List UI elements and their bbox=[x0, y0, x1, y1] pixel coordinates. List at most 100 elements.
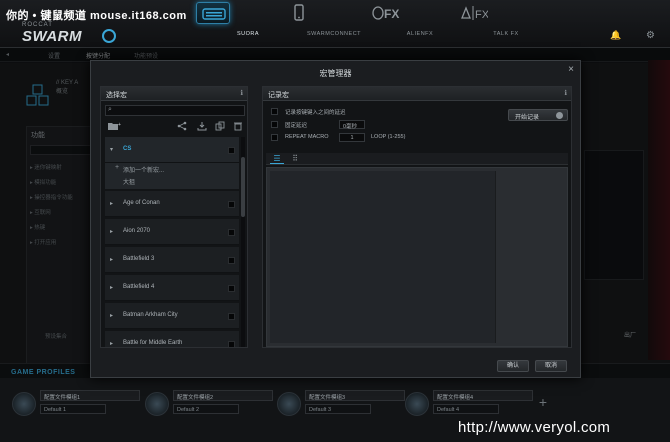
search-icon: ⌕ bbox=[108, 106, 112, 113]
macro-group[interactable]: ▸ Aion 2070 bbox=[105, 219, 239, 245]
macro-group-label: Batman Arkham City bbox=[123, 312, 178, 318]
chevron-right-icon: ▸ bbox=[110, 201, 114, 207]
macro-group-checkbox[interactable] bbox=[228, 229, 235, 236]
repeat-macro-checkbox[interactable] bbox=[271, 134, 278, 141]
start-record-label: 开始记录 bbox=[515, 115, 540, 121]
watermark-top: 你的 • 键鼠频道 mouse.it168.com bbox=[6, 10, 187, 22]
select-macro-panel: 选择宏 ℹ ⌕ + ▾ CS + 添加一个新宏... 大狙 ▸ Age of C… bbox=[100, 86, 248, 348]
cancel-button[interactable]: 取消 bbox=[535, 360, 567, 372]
add-new-macro-label: 添加一个新宏... bbox=[123, 168, 165, 174]
import-icon[interactable] bbox=[197, 121, 207, 133]
profile-name[interactable]: 配置文件模组1 bbox=[40, 390, 140, 401]
macro-group-checkbox[interactable] bbox=[228, 201, 235, 208]
fixed-delay-option[interactable]: 固定延迟 0毫秒 bbox=[271, 120, 471, 130]
profile-name[interactable]: 配置文件模组4 bbox=[433, 390, 533, 401]
ok-button[interactable]: 确认 bbox=[497, 360, 529, 372]
macro-group-label: Battlefield 4 bbox=[123, 284, 155, 290]
start-record-button[interactable]: 开始记录 bbox=[508, 109, 568, 121]
nav-talkfx-label: TALK FX bbox=[493, 31, 519, 37]
macro-group-checkbox[interactable] bbox=[228, 341, 235, 347]
nav-suora[interactable]: SUORA bbox=[178, 0, 259, 40]
macro-group-cs[interactable]: ▾ CS bbox=[105, 137, 239, 163]
macro-search-input[interactable]: ⌕ bbox=[105, 105, 245, 116]
chevron-right-icon: ▸ bbox=[110, 313, 114, 319]
profile-icon bbox=[405, 392, 429, 416]
record-macro-title: 记录宏 bbox=[268, 92, 289, 99]
fixed-delay-checkbox[interactable] bbox=[271, 121, 278, 128]
macro-item[interactable]: 大狙 bbox=[105, 175, 239, 189]
nav-talkfx[interactable]: FX TALK FX bbox=[436, 0, 518, 40]
copy-icon[interactable] bbox=[215, 121, 225, 133]
macro-group-label: Battle for Middle Earth bbox=[123, 340, 183, 346]
brand-logo: ROCCAT SWARM bbox=[22, 22, 122, 45]
record-dot-icon bbox=[556, 112, 563, 119]
record-delay-checkbox[interactable] bbox=[271, 108, 278, 115]
profile-icon bbox=[277, 392, 301, 416]
profile-default: Default 2 bbox=[173, 404, 239, 414]
phone-icon bbox=[282, 2, 316, 24]
grid-view-icon[interactable]: ⠿ bbox=[288, 154, 302, 164]
macro-list-scrollbar[interactable] bbox=[241, 137, 245, 347]
macro-item-label: 大狙 bbox=[123, 180, 136, 186]
notification-bell-icon[interactable]: 🔔 bbox=[610, 30, 621, 40]
trash-icon[interactable] bbox=[233, 121, 243, 133]
share-icon[interactable] bbox=[177, 121, 187, 133]
fixed-delay-input[interactable]: 0毫秒 bbox=[339, 120, 365, 130]
macro-group-checkbox[interactable] bbox=[228, 257, 235, 264]
macro-group[interactable]: ▸ Battlefield 3 bbox=[105, 247, 239, 273]
profile-slot-1[interactable]: 配置文件模组1 Default 1 bbox=[12, 390, 140, 420]
svg-text:FX: FX bbox=[475, 9, 488, 21]
add-profile-button[interactable]: + bbox=[536, 395, 550, 409]
macro-group-label: Battlefield 3 bbox=[123, 256, 155, 262]
macro-group[interactable]: ▸ Batman Arkham City bbox=[105, 303, 239, 329]
scrollbar-thumb[interactable] bbox=[241, 157, 245, 217]
view-tabs: ☰ ⠿ bbox=[266, 153, 568, 165]
profile-icon bbox=[12, 392, 36, 416]
info-icon[interactable]: ℹ bbox=[564, 89, 567, 97]
add-new-macro-item[interactable]: + 添加一个新宏... bbox=[105, 163, 239, 175]
chevron-down-icon: ▾ bbox=[110, 147, 114, 153]
macro-group-checkbox[interactable] bbox=[228, 147, 235, 154]
select-macro-header: 选择宏 ℹ bbox=[101, 87, 247, 101]
chevron-right-icon: ▸ bbox=[110, 229, 114, 235]
macro-group-label: Aion 2070 bbox=[123, 228, 151, 234]
nav-swarmconnect[interactable]: SWARMCONNECT bbox=[264, 0, 361, 40]
select-macro-title: 选择宏 bbox=[106, 92, 127, 99]
profile-slot-2[interactable]: 配置文件模组2 Default 2 bbox=[145, 390, 273, 420]
macro-toolbar: + bbox=[105, 121, 245, 133]
folder-add-icon[interactable]: + bbox=[107, 121, 121, 133]
macro-group-checkbox[interactable] bbox=[228, 285, 235, 292]
recorded-events-area[interactable] bbox=[266, 167, 568, 347]
macro-group[interactable]: ▸ Battlefield 4 bbox=[105, 275, 239, 301]
profile-slot-4[interactable]: 配置文件模组4 Default 4 bbox=[405, 390, 533, 420]
fixed-delay-label: 固定延迟 bbox=[285, 123, 308, 129]
profile-slot-3[interactable]: 配置文件模组3 Default 3 bbox=[277, 390, 405, 420]
close-icon[interactable]: × bbox=[568, 64, 574, 75]
dialog-title: 宏管理器 bbox=[319, 69, 352, 78]
repeat-macro-label: REPEAT MACRO bbox=[285, 134, 329, 140]
talkfx-icon: FX bbox=[454, 2, 490, 24]
macro-group[interactable]: ▸ Battle for Middle Earth bbox=[105, 331, 239, 347]
list-view-icon[interactable]: ☰ bbox=[270, 154, 284, 164]
keyboard-icon bbox=[196, 2, 230, 24]
record-delay-option[interactable]: 记录按键键入之间的延迟 bbox=[271, 107, 471, 117]
repeat-count-input[interactable]: 1 bbox=[339, 133, 365, 142]
loop-hint: LOOP (1-255) bbox=[371, 134, 406, 140]
watermark-bottom: http://www.veryol.com bbox=[458, 419, 611, 436]
profile-name[interactable]: 配置文件模组3 bbox=[305, 390, 405, 401]
settings-gear-icon[interactable]: ⚙ bbox=[646, 30, 658, 42]
profile-default: Default 4 bbox=[433, 404, 499, 414]
recorded-events-list bbox=[270, 171, 496, 343]
macro-group[interactable]: ▸ Age of Conan bbox=[105, 191, 239, 217]
chevron-right-icon: ▸ bbox=[110, 341, 114, 347]
macro-group-checkbox[interactable] bbox=[228, 313, 235, 320]
record-delay-label: 记录按键键入之间的延迟 bbox=[285, 110, 346, 116]
profile-default: Default 1 bbox=[40, 404, 106, 414]
record-macro-panel: 记录宏 ℹ 记录按键键入之间的延迟 固定延迟 0毫秒 REPEAT MACRO … bbox=[262, 86, 572, 348]
repeat-macro-option[interactable]: REPEAT MACRO 1 LOOP (1-255) bbox=[271, 133, 471, 143]
record-macro-header: 记录宏 ℹ bbox=[263, 87, 571, 101]
nav-alienfx[interactable]: FX ALIENFX bbox=[350, 0, 433, 40]
profile-name[interactable]: 配置文件模组2 bbox=[173, 390, 273, 401]
alien-icon: FX bbox=[368, 2, 402, 24]
info-icon[interactable]: ℹ bbox=[240, 89, 243, 97]
